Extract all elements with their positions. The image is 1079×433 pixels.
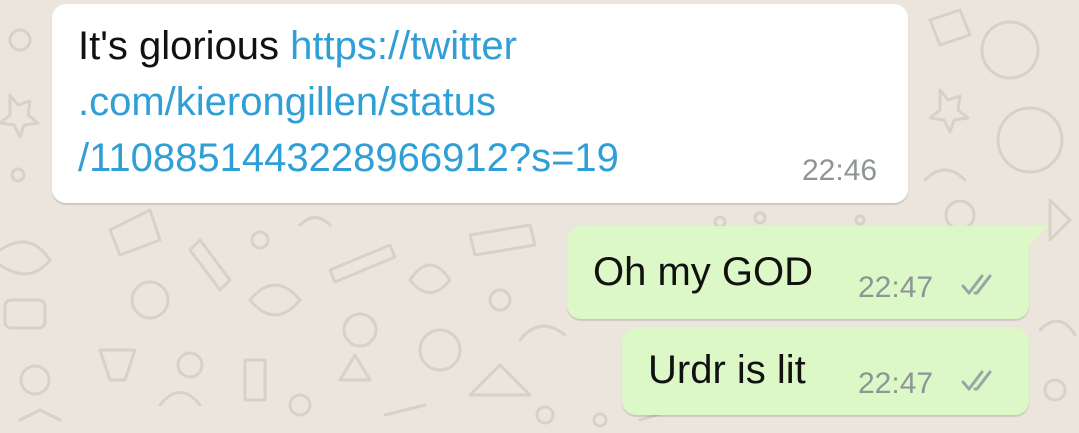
message-text-line-1: It's glorious https://twitter — [78, 22, 517, 70]
message-text: Oh my GOD — [593, 250, 814, 294]
incoming-message-bubble[interactable]: It's glorious https://twitter .com/kiero… — [52, 4, 908, 203]
outgoing-message-bubble[interactable]: Oh my GOD 22:47 — [567, 226, 1049, 319]
outgoing-message-bubble[interactable]: Urdr is lit 22:47 — [622, 328, 1029, 415]
message-link-part-1[interactable]: https://twitter — [290, 24, 517, 68]
message-link-part-2[interactable]: .com/kierongillen/status — [78, 78, 496, 126]
double-check-icon — [961, 274, 992, 295]
message-timestamp: 22:46 — [802, 154, 878, 187]
double-check-icon — [961, 370, 992, 391]
message-text: It's glorious — [78, 24, 291, 68]
message-timestamp: 22:47 — [858, 271, 934, 304]
message-link-part-3[interactable]: /1108851443228966912?s=19 — [78, 134, 619, 182]
bubble-tail — [1028, 226, 1049, 246]
message-text: Urdr is lit — [648, 348, 806, 392]
chat-area[interactable]: It's glorious https://twitter .com/kiero… — [0, 0, 1079, 433]
message-timestamp: 22:47 — [858, 367, 934, 400]
